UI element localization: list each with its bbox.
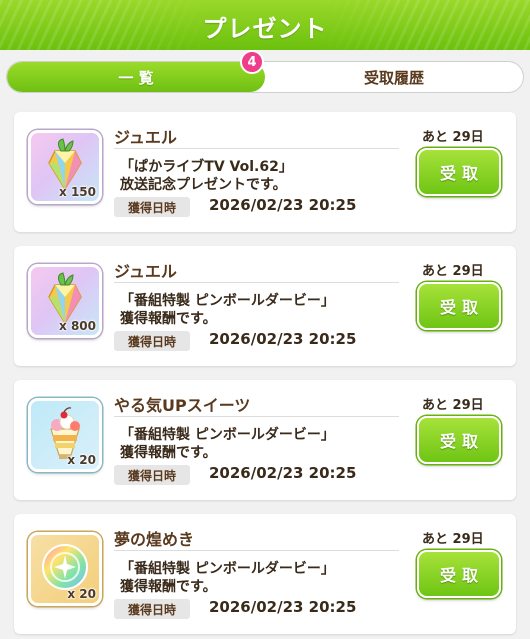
remaining-days: あと 29日	[422, 398, 484, 413]
present-item: x 20 やる気UPスイーツ 「番組特製 ピンボールダービー」 獲得報酬です。 …	[14, 380, 516, 500]
divider	[114, 416, 399, 417]
item-description: 「ぱかライブTV Vol.62」 放送記念プレゼントです。	[120, 159, 293, 193]
receive-button[interactable]: 受取	[417, 550, 501, 598]
parfait-icon: x 20	[28, 398, 102, 472]
remaining-days: あと 29日	[422, 264, 484, 279]
obtained-label: 獲得日時	[114, 331, 190, 351]
jewel-icon: x 150	[28, 130, 102, 204]
item-quantity: x 20	[67, 587, 96, 601]
receive-button[interactable]: 受取	[417, 416, 501, 464]
obtained-label: 獲得日時	[114, 465, 190, 485]
item-name: ジュエル	[114, 262, 177, 281]
item-description: 「番組特製 ピンボールダービー」 獲得報酬です。	[120, 561, 335, 595]
present-item: x 150 ジュエル 「ぱかライブTV Vol.62」 放送記念プレゼントです。…	[14, 112, 516, 232]
remaining-days: あと 29日	[422, 130, 484, 145]
item-quantity: x 800	[59, 319, 96, 333]
obtained-date: 2026/02/23 20:25	[209, 330, 357, 348]
tab-list[interactable]: 一 覧	[7, 62, 265, 92]
tab-history[interactable]: 受取履歴	[265, 62, 523, 92]
obtained-date: 2026/02/23 20:25	[209, 196, 357, 214]
item-name: ジュエル	[114, 128, 177, 147]
item-quantity: x 20	[67, 453, 96, 467]
obtained-date: 2026/02/23 20:25	[209, 598, 357, 616]
obtained-date: 2026/02/23 20:25	[209, 464, 357, 482]
item-description: 「番組特製 ピンボールダービー」 獲得報酬です。	[120, 293, 335, 327]
jewel-icon: x 800	[28, 264, 102, 338]
dream-sparkle-icon: x 20	[28, 532, 102, 606]
tab-bar: 一 覧 受取履歴	[6, 61, 524, 93]
obtained-label: 獲得日時	[114, 197, 190, 217]
present-item: x 20 夢の煌めき 「番組特製 ピンボールダービー」 獲得報酬です。 獲得日時…	[14, 514, 516, 634]
receive-button[interactable]: 受取	[417, 148, 501, 196]
obtained-label: 獲得日時	[114, 599, 190, 619]
present-item: x 800 ジュエル 「番組特製 ピンボールダービー」 獲得報酬です。 獲得日時…	[14, 246, 516, 366]
notification-badge: 4	[240, 50, 264, 74]
divider	[114, 550, 399, 551]
divider	[114, 282, 399, 283]
divider	[114, 148, 399, 149]
item-quantity: x 150	[59, 185, 96, 199]
receive-button[interactable]: 受取	[417, 282, 501, 330]
item-name: 夢の煌めき	[114, 530, 195, 549]
page-title: プレゼント	[202, 15, 328, 43]
header-bar: プレゼント	[0, 0, 530, 50]
remaining-days: あと 29日	[422, 532, 484, 547]
item-description: 「番組特製 ピンボールダービー」 獲得報酬です。	[120, 427, 335, 461]
present-list: x 150 ジュエル 「ぱかライブTV Vol.62」 放送記念プレゼントです。…	[0, 100, 530, 639]
item-name: やる気UPスイーツ	[114, 396, 251, 415]
